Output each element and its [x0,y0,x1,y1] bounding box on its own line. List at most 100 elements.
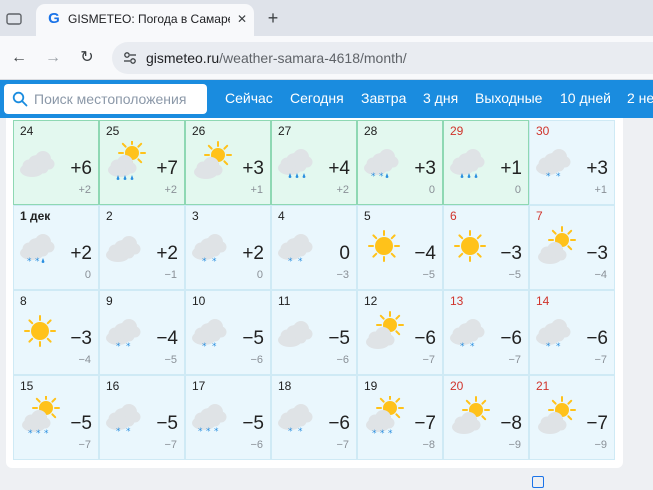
day-number: 10 [192,294,206,308]
nav-now[interactable]: Сейчас [225,90,273,106]
day-cell[interactable]: 10 * * −5 −6 [185,290,271,375]
temp-max: −6 [500,328,522,349]
temp-min: +1 [250,184,263,196]
day-number: 3 [192,209,199,223]
day-cell[interactable]: 7 −3 −4 [529,205,615,290]
day-number: 7 [536,209,543,223]
nav-2-weeks[interactable]: 2 не [627,90,653,106]
svg-text:*: * [35,257,40,266]
nav-tomorrow[interactable]: Завтра [361,90,406,106]
day-cell[interactable]: 14 * * −6 −7 [529,290,615,375]
gismeteo-favicon-icon: G [48,10,60,27]
address-bar[interactable]: gismeteo.ru/weather-samara-4618/month/ [112,42,653,74]
url-host: gismeteo.ru [146,50,220,66]
day-cell[interactable]: 17 * * * −5 −6 [185,375,271,460]
reload-button[interactable]: ↻ [74,45,100,71]
day-number: 2 [106,209,113,223]
temp-max: +3 [414,158,436,179]
day-cell[interactable]: 3 * * +2 0 [185,205,271,290]
svg-text:*: * [44,429,49,436]
day-cell[interactable]: 29 +1 0 [443,120,529,205]
location-search-input[interactable]: Поиск местоположения [4,84,207,114]
weather-icon [450,149,485,179]
temp-max: −7 [414,413,436,434]
day-cell[interactable]: 19 * * * −7 −8 [357,375,443,460]
day-cell[interactable]: 27 +4 +2 [271,120,357,205]
nav-weekend[interactable]: Выходные [475,90,542,106]
day-number: 29 [450,124,464,138]
day-cell[interactable]: 16 * * −5 −7 [99,375,185,460]
temp-max: +4 [328,158,350,179]
day-cell[interactable]: 5 −4 −5 [357,205,443,290]
svg-text:*: * [116,427,121,436]
day-cell[interactable]: 24 +6 +2 [13,120,99,205]
day-cell[interactable]: 12 −6 −7 [357,290,443,375]
nav-today[interactable]: Сегодня [290,90,344,106]
day-cell[interactable]: 1 дек * * +2 0 [13,205,99,290]
temp-min: −6 [336,354,349,366]
weather-icon: * * [20,234,55,266]
day-number: 1 дек [20,209,51,223]
weather-icon: * * [192,234,227,266]
temp-min: −5 [508,269,521,281]
temp-max: −7 [586,413,608,434]
svg-text:*: * [214,427,219,436]
svg-text:*: * [126,427,131,436]
temp-min: −5 [422,269,435,281]
temp-max: −6 [328,413,350,434]
weather-icon: * * * [22,396,60,436]
day-cell[interactable]: 15 * * * −5 −7 [13,375,99,460]
day-number: 30 [536,124,550,138]
nav-10-days[interactable]: 10 дней [560,90,611,106]
day-cell[interactable]: 20 −8 −9 [443,375,529,460]
forward-button[interactable]: → [40,45,66,71]
weather-icon [538,226,576,264]
day-cell[interactable]: 28 * * +3 0 [357,120,443,205]
temp-min: 0 [428,184,435,196]
weather-icon: * * [536,319,571,351]
temp-min: −5 [164,354,177,366]
svg-text:*: * [470,342,475,351]
temp-max: −3 [586,243,608,264]
close-tab-icon[interactable]: ✕ [234,11,250,27]
search-icon [12,91,28,107]
weather-icon: * * [364,149,399,181]
svg-text:*: * [28,429,33,436]
day-cell[interactable]: 26 +3 +1 [185,120,271,205]
day-cell[interactable]: 30 * * +3 +1 [529,120,615,205]
temp-min: −1 [164,269,177,281]
day-cell[interactable]: 21 −7 −9 [529,375,615,460]
day-number: 12 [364,294,378,308]
day-cell[interactable]: 2 +2 −1 [99,205,185,290]
back-button[interactable]: ← [6,45,32,71]
temp-max: +1 [500,158,522,179]
temp-min: −7 [164,439,177,451]
day-cell[interactable]: 4 * * 0 −3 [271,205,357,290]
tab-search-icon[interactable] [6,12,22,26]
temp-max: −5 [156,413,178,434]
feedback-icon[interactable] [532,476,544,488]
weather-icon [278,149,313,179]
browser-tabstrip: G GISMETEO: Погода в Самаре н ✕ + [0,0,653,36]
day-cell[interactable]: 13 * * −6 −7 [443,290,529,375]
svg-text:*: * [212,257,217,266]
site-info-icon[interactable] [122,50,138,66]
day-number: 24 [20,124,34,138]
day-cell[interactable]: 8 −3 −4 [13,290,99,375]
day-cell[interactable]: 9 * * −4 −5 [99,290,185,375]
svg-text:*: * [372,429,377,436]
temp-min: +2 [164,184,177,196]
temp-max: −5 [70,413,92,434]
day-cell[interactable]: 25 +7 +2 [99,120,185,205]
svg-text:*: * [388,429,393,436]
new-tab-button[interactable]: + [262,7,284,29]
day-cell[interactable]: 11 −5 −6 [271,290,357,375]
nav-3-days[interactable]: 3 дня [423,90,458,106]
weather-icon [106,236,141,262]
weather-icon [278,321,313,347]
weather-icon: * * [192,319,227,351]
day-cell[interactable]: 18 * * −6 −7 [271,375,357,460]
weather-icon [108,141,146,181]
browser-tab[interactable]: G GISMETEO: Погода в Самаре н ✕ [36,4,254,36]
day-cell[interactable]: 6 −3 −5 [443,205,529,290]
